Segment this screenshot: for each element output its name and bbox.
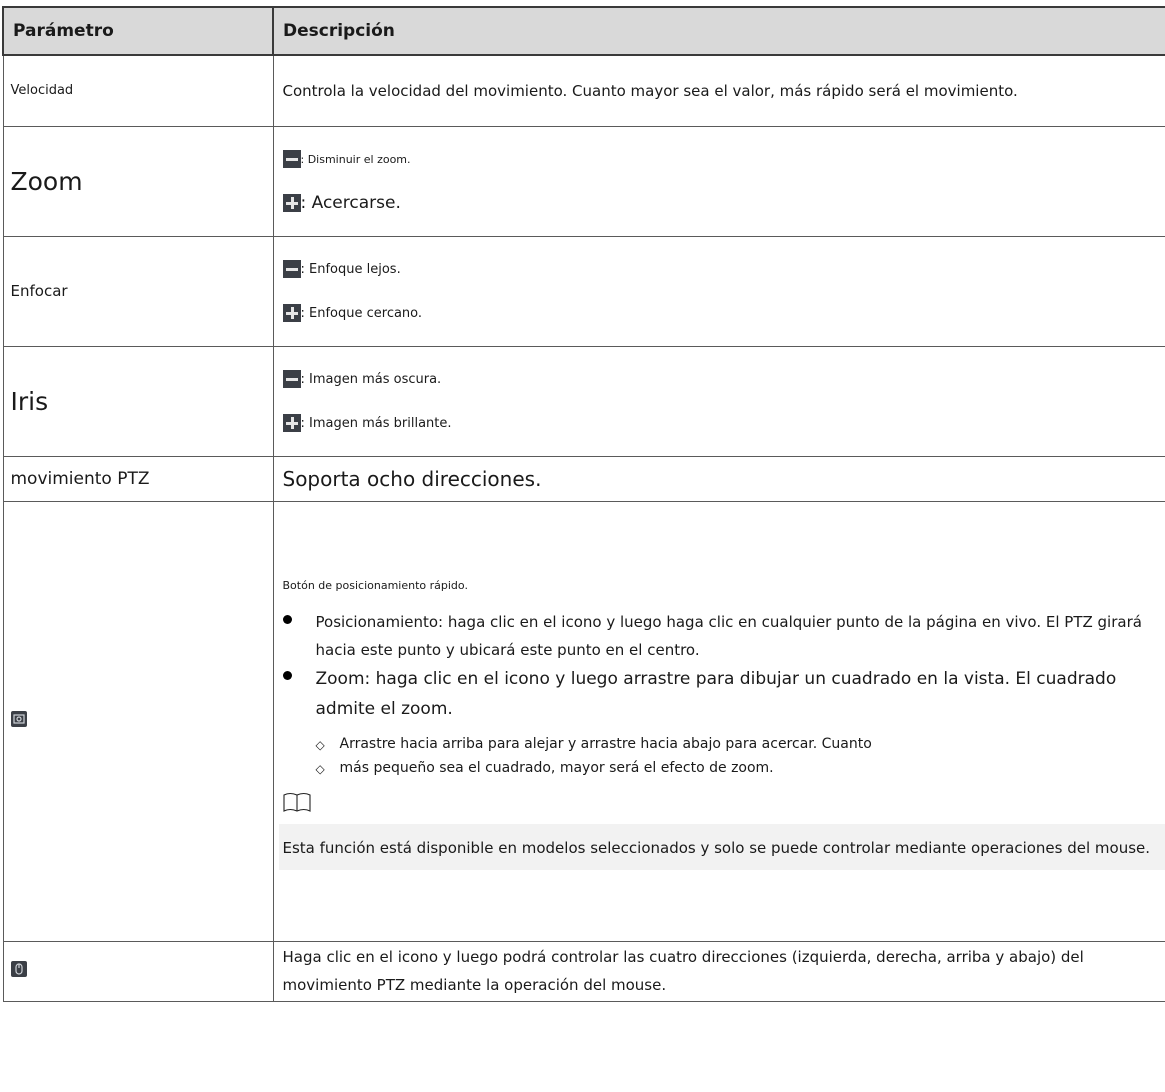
- list-item: ◇ más pequeño sea el cuadrado, mayor ser…: [283, 760, 1146, 778]
- table-row-velocidad: Velocidad Controla la velocidad del movi…: [2, 54, 1165, 127]
- param-velocidad: Velocidad: [2, 54, 274, 127]
- iris-plus-line: : Imagen más brillante.: [282, 412, 1146, 434]
- list-item: Zoom: haga clic en el icono y luego arra…: [282, 664, 1146, 724]
- plus-icon[interactable]: [282, 304, 301, 322]
- bullet-icon: [282, 614, 292, 624]
- param-iris: Iris: [2, 345, 274, 457]
- book-note-icon: [282, 792, 1146, 818]
- table-row-enfocar: Enfocar : Enfoque lejos. : Enfoque cerca…: [2, 235, 1165, 347]
- quick-position-icon[interactable]: [10, 711, 27, 727]
- zoom-minus-text: : Disminuir el zoom.: [300, 152, 411, 166]
- desc-quick-position: Botón de posicionamiento rápido. Posicio…: [272, 500, 1165, 942]
- quick-sub-2: más pequeño sea el cuadrado, mayor será …: [339, 759, 774, 776]
- quick-title: Botón de posicionamiento rápido.: [282, 578, 468, 592]
- desc-ptz: Soporta ocho direcciones.: [272, 455, 1165, 502]
- list-item: ◇ Arrastre hacia arriba para alejar y ar…: [283, 736, 1146, 754]
- plus-icon[interactable]: [282, 194, 301, 212]
- table-row-mouse: Haga clic en el icono y luego podrá cont…: [2, 940, 1165, 1002]
- parameter-table: Parámetro Descripción Velocidad Controla…: [2, 6, 1165, 1002]
- table-row-iris: Iris : Imagen más oscura. : Imagen más b…: [2, 345, 1165, 457]
- header-description: Descripción: [272, 6, 1165, 56]
- enfocar-plus-text: : Enfoque cercano.: [300, 305, 423, 321]
- plus-icon[interactable]: [282, 414, 301, 432]
- diamond-bullet-icon: ◇: [315, 761, 325, 776]
- minus-icon[interactable]: [282, 150, 301, 168]
- param-zoom: Zoom: [2, 125, 274, 237]
- table-header-row: Parámetro Descripción: [2, 6, 1165, 56]
- table-row-ptz: movimiento PTZ Soporta ocho direcciones.: [2, 455, 1165, 502]
- list-item: Posicionamiento: haga clic en el icono y…: [282, 608, 1146, 664]
- header-parameter: Parámetro: [2, 6, 274, 56]
- zoom-minus-line: : Disminuir el zoom.: [282, 148, 1146, 170]
- quick-bullet-2: Zoom: haga clic en el icono y luego arra…: [315, 668, 1117, 719]
- table-row-quick-position: Botón de posicionamiento rápido. Posicio…: [2, 500, 1165, 942]
- minus-icon[interactable]: [282, 370, 301, 388]
- param-quick-position: [2, 500, 274, 942]
- note-box: Esta función está disponible en modelos …: [278, 823, 1165, 870]
- iris-minus-text: : Imagen más oscura.: [300, 371, 442, 387]
- zoom-plus-text: : Acercarse.: [300, 193, 401, 213]
- param-ptz: movimiento PTZ: [2, 455, 274, 502]
- desc-velocidad: Controla la velocidad del movimiento. Cu…: [272, 54, 1165, 127]
- mouse-icon[interactable]: [10, 961, 27, 977]
- minus-icon[interactable]: [282, 260, 301, 278]
- enfocar-minus-line: : Enfoque lejos.: [282, 258, 1146, 280]
- zoom-plus-line: : Acercarse.: [282, 192, 1146, 214]
- iris-plus-text: : Imagen más brillante.: [300, 415, 452, 431]
- diamond-bullet-icon: ◇: [315, 737, 325, 752]
- enfocar-plus-line: : Enfoque cercano.: [282, 302, 1146, 324]
- quick-bullet-1: Posicionamiento: haga clic en el icono y…: [315, 612, 1142, 659]
- param-enfocar: Enfocar: [2, 235, 274, 347]
- quick-sub-1: Arrastre hacia arriba para alejar y arra…: [339, 735, 872, 752]
- bullet-icon: [282, 670, 292, 680]
- table-row-zoom: Zoom : Disminuir el zoom. : Acercarse.: [2, 125, 1165, 237]
- iris-minus-line: : Imagen más oscura.: [282, 368, 1146, 390]
- desc-mouse: Haga clic en el icono y luego podrá cont…: [272, 940, 1165, 1002]
- enfocar-minus-text: : Enfoque lejos.: [300, 261, 401, 277]
- param-mouse: [2, 940, 274, 1002]
